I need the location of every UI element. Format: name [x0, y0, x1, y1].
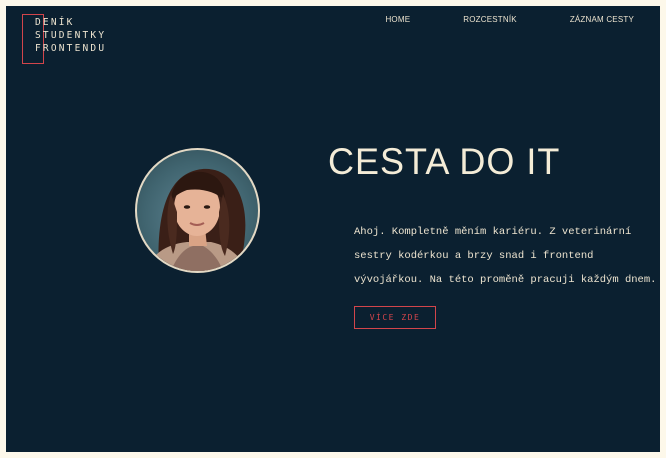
logo-line-3: FRONTENDU	[35, 43, 107, 54]
avatar-portrait-icon	[147, 168, 247, 271]
nav-rozcestnik[interactable]: ROZCESTNÍK	[463, 15, 517, 24]
avatar	[135, 148, 260, 273]
nav-home[interactable]: HOME	[385, 15, 410, 24]
logo-text: DENÍK STUDENTKY FRONTENDU	[35, 16, 106, 55]
nav-zaznam-cesty[interactable]: ZÁZNAM CESTY	[570, 15, 634, 24]
logo-line-2: STUDENTKY	[35, 30, 107, 41]
site-logo[interactable]: DENÍK STUDENTKY FRONTENDU	[22, 14, 122, 66]
page: DENÍK STUDENTKY FRONTENDU HOME ROZCESTNÍ…	[6, 6, 660, 452]
main-nav: HOME ROZCESTNÍK ZÁZNAM CESTY	[332, 15, 634, 24]
more-button[interactable]: VÍCE ZDE	[354, 306, 436, 329]
intro-paragraph: Ahoj. Kompletně měním kariéru. Z veterin…	[354, 226, 657, 286]
logo-line-1: DENÍK	[35, 17, 75, 28]
hero-title: CESTA DO IT	[328, 140, 561, 183]
